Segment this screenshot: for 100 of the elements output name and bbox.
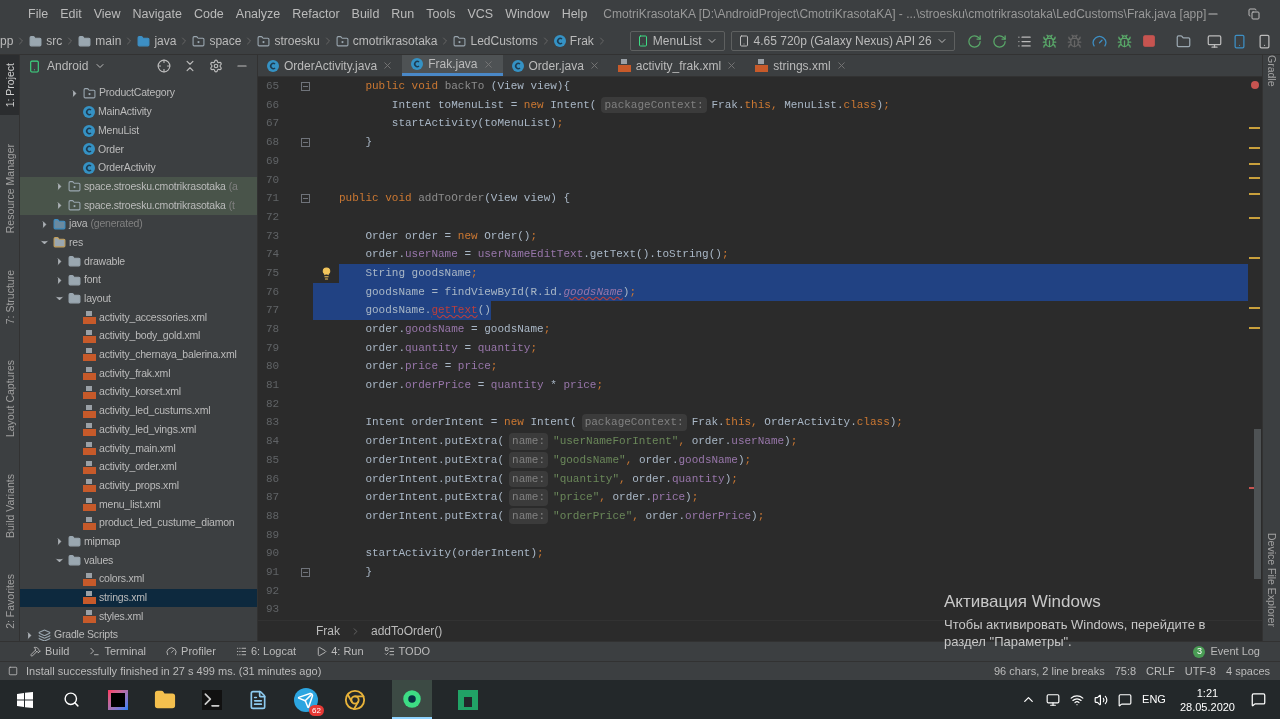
tool-window-button[interactable]: Profiler: [166, 643, 216, 660]
profiler-icon[interactable]: [1091, 33, 1107, 49]
tool-window-tab[interactable]: 1: Project: [0, 55, 19, 116]
stop-icon[interactable]: [1141, 34, 1156, 48]
tree-item[interactable]: colors.xml: [20, 569, 257, 589]
app-icon[interactable]: [458, 689, 478, 710]
restore-icon[interactable]: [1248, 8, 1261, 20]
tree-item[interactable]: OrderActivity: [20, 158, 257, 178]
search-icon[interactable]: [63, 691, 80, 708]
chrome-icon[interactable]: [344, 688, 366, 711]
breadcrumb-item[interactable]: cmotrikrasotaka: [335, 32, 438, 50]
tool-window-tab[interactable]: Build Variants: [0, 465, 19, 546]
close-tab-icon[interactable]: [835, 60, 847, 71]
status-item[interactable]: 4 spaces: [1225, 662, 1270, 680]
menu-item[interactable]: View: [87, 4, 127, 24]
tree-item[interactable]: product_led_custume_diamon: [20, 513, 257, 533]
editor-tab[interactable]: Frak.java: [402, 55, 503, 76]
tree-item[interactable]: layout: [20, 289, 257, 309]
tool-window-tab[interactable]: Resource Manager: [0, 135, 19, 242]
breadcrumb-item[interactable]: LedCustoms: [453, 32, 538, 50]
status-item[interactable]: CRLF: [1146, 662, 1175, 680]
tool-window-tab[interactable]: Gradle: [1263, 55, 1280, 87]
locate-icon[interactable]: [157, 59, 171, 73]
breadcrumb-item[interactable]: stroesku: [257, 32, 320, 50]
tree-item[interactable]: Gradle Scripts: [20, 625, 257, 641]
fold-marker-icon[interactable]: [301, 193, 310, 203]
tool-window-tab[interactable]: 7: Structure: [0, 261, 19, 332]
tree-item[interactable]: mipmap: [20, 532, 257, 552]
tree-item[interactable]: menu_list.xml: [20, 495, 257, 514]
intellij-app-icon[interactable]: [108, 689, 128, 710]
menu-item[interactable]: Code: [187, 4, 230, 24]
breadcrumb-item[interactable]: main: [78, 32, 122, 50]
status-item[interactable]: 75:8: [1114, 662, 1137, 680]
settings-icon[interactable]: [209, 59, 223, 73]
tree-item[interactable]: activity_chernaya_balerina.xml: [20, 345, 257, 365]
tree-item[interactable]: strings.xml: [20, 588, 257, 608]
tree-item[interactable]: ProductCategory: [20, 84, 257, 103]
collapse-all-icon[interactable]: [183, 59, 197, 73]
tree-item[interactable]: font: [20, 270, 257, 290]
breadcrumb-item[interactable]: Frak: [316, 622, 340, 640]
file-explorer-icon[interactable]: [154, 688, 176, 711]
fold-marker-icon[interactable]: [301, 567, 310, 577]
rerun-icon[interactable]: [966, 33, 982, 49]
command-prompt-icon[interactable]: [202, 689, 222, 710]
tree-item[interactable]: java (generated): [20, 214, 257, 234]
menu-item[interactable]: Refactor: [286, 4, 346, 24]
language-indicator[interactable]: ENG: [1142, 691, 1166, 708]
debug-process-icon[interactable]: [1116, 33, 1132, 49]
tree-item[interactable]: activity_korset.xml: [20, 383, 257, 402]
project-structure-icon[interactable]: [1175, 33, 1191, 49]
tool-window-tab[interactable]: 2: Favorites: [0, 566, 19, 637]
clock[interactable]: 1:21 28.05.2020: [1179, 685, 1235, 714]
tree-item[interactable]: Order: [20, 140, 257, 159]
breadcrumb-item[interactable]: java: [137, 32, 177, 50]
tree-item[interactable]: activity_props.xml: [20, 476, 257, 496]
tree-item[interactable]: styles.xml: [20, 607, 257, 626]
menu-item[interactable]: Run: [385, 4, 421, 24]
breadcrumb-item[interactable]: pp: [0, 32, 14, 50]
android-studio-app-icon[interactable]: [392, 680, 432, 719]
tree-item[interactable]: res: [20, 233, 257, 253]
tree-item[interactable]: activity_body_gold.xml: [20, 326, 257, 346]
tool-window-button[interactable]: TODO: [383, 643, 431, 660]
tree-item[interactable]: activity_main.xml: [20, 439, 257, 458]
menu-item[interactable]: Navigate: [126, 4, 188, 24]
device-dropdown[interactable]: 4.65 720p (Galaxy Nexus) API 26: [730, 31, 955, 51]
project-view-dropdown[interactable]: Android: [47, 57, 107, 75]
tree-item[interactable]: activity_order.xml: [20, 457, 257, 477]
editor-tab[interactable]: strings.xml: [746, 55, 856, 76]
menu-item[interactable]: Analyze: [229, 4, 287, 24]
breadcrumb-item[interactable]: src: [29, 32, 63, 50]
tree-item[interactable]: activity_accessories.xml: [20, 308, 257, 327]
menu-item[interactable]: Help: [555, 4, 594, 24]
close-tab-icon[interactable]: [726, 60, 738, 71]
tree-item[interactable]: activity_led_custums.xml: [20, 401, 257, 421]
list-icon[interactable]: [1016, 33, 1032, 49]
menu-item[interactable]: Window: [499, 4, 556, 24]
breadcrumb-item[interactable]: Frak: [553, 32, 594, 50]
tool-window-button[interactable]: Terminal: [89, 643, 147, 660]
menu-item[interactable]: VCS: [461, 4, 500, 24]
tool-window-tab[interactable]: Device File Explorer: [1263, 533, 1280, 627]
tree-item[interactable]: values: [20, 551, 257, 570]
menu-item[interactable]: Edit: [54, 4, 88, 24]
tool-window-button[interactable]: Build: [30, 643, 70, 660]
run-config-dropdown[interactable]: MenuList: [629, 31, 725, 51]
tree-item[interactable]: MainActivity: [20, 102, 257, 122]
tree-item[interactable]: MenuList: [20, 121, 257, 141]
tree-item[interactable]: activity_frak.xml: [20, 364, 257, 383]
menu-item[interactable]: File: [22, 4, 55, 24]
windows-start-icon[interactable]: [17, 691, 33, 708]
tool-window-tab[interactable]: Layout Captures: [0, 352, 19, 446]
tool-window-button[interactable]: 6: Logcat: [235, 643, 297, 660]
menu-item[interactable]: Build: [345, 4, 386, 24]
editor-tab[interactable]: OrderActivity.java: [258, 55, 403, 76]
status-item[interactable]: 96 chars, 2 line breaks: [993, 662, 1105, 680]
notepad-icon[interactable]: [248, 689, 268, 710]
menu-item[interactable]: Tools: [420, 4, 462, 24]
notifications-icon[interactable]: [1251, 692, 1266, 707]
debug-icon[interactable]: [1041, 33, 1057, 49]
status-item[interactable]: UTF-8: [1184, 662, 1216, 680]
tool-window-button[interactable]: 4: Run: [316, 643, 364, 660]
